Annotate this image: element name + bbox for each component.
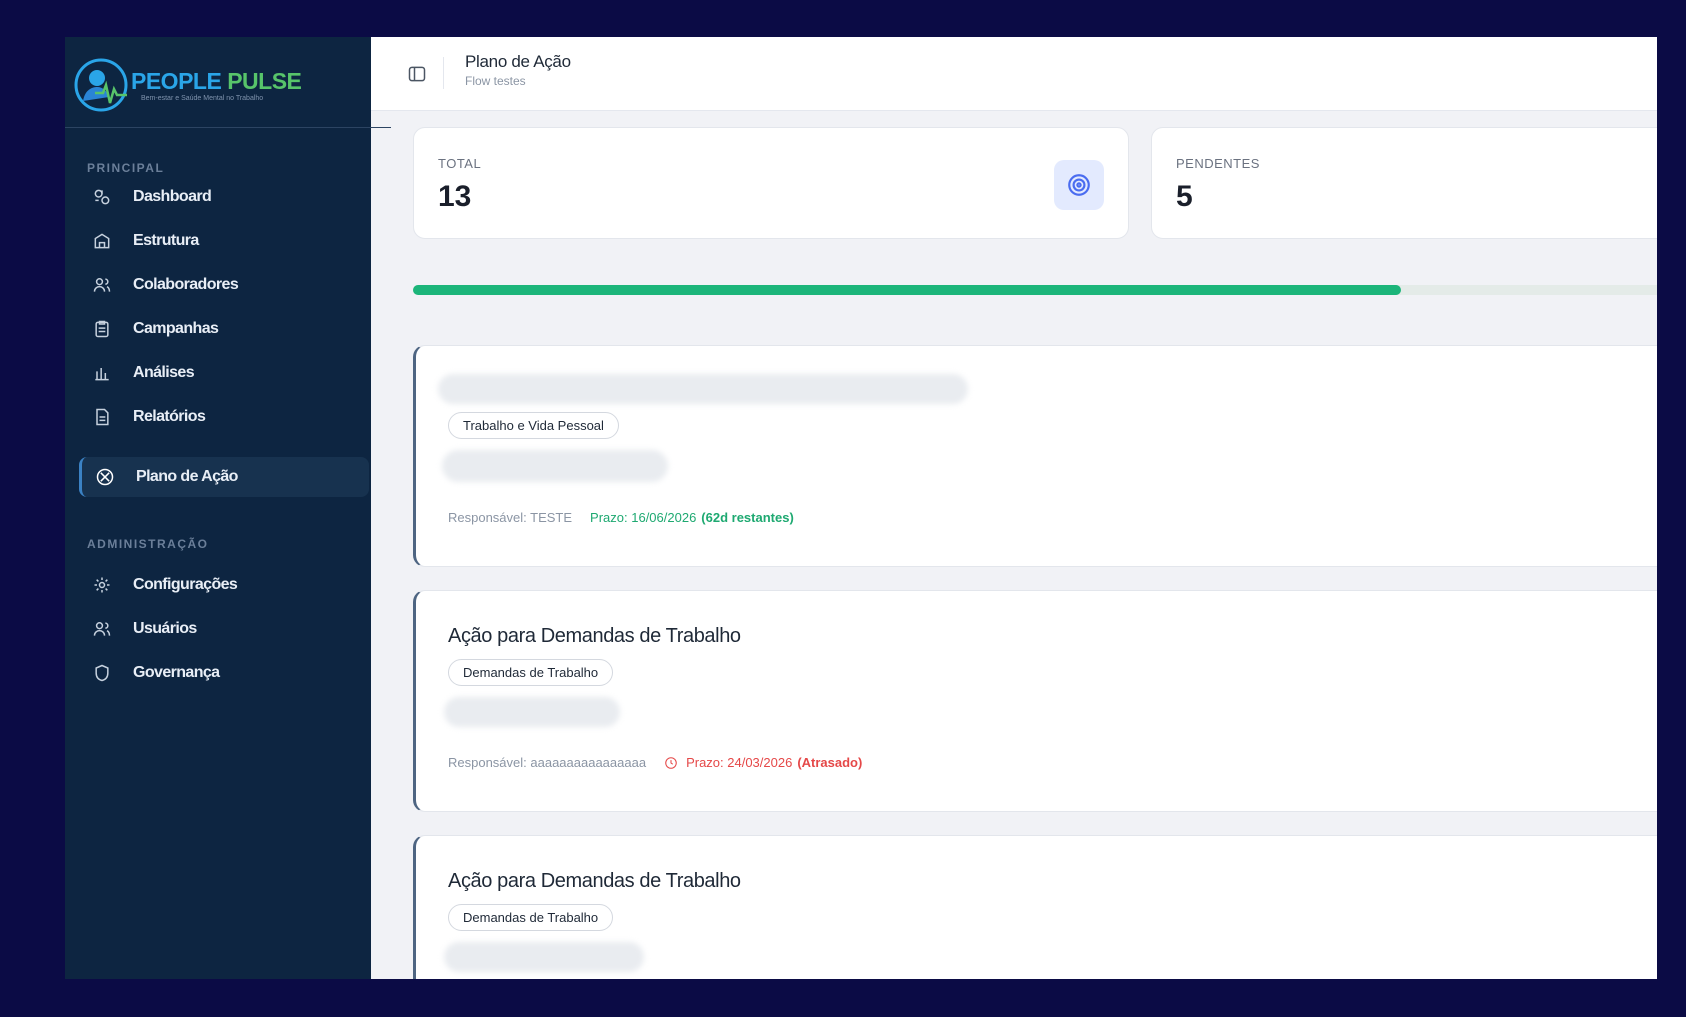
topbar: Plano de Ação Flow testes <box>371 37 1657 111</box>
due-status: (Atrasado) <box>797 755 863 770</box>
blurred-description <box>444 697 620 727</box>
shield-icon <box>91 662 113 684</box>
users-icon <box>91 618 113 640</box>
action-card[interactable]: Ação para Demandas de Trabalho Demandas … <box>413 835 1657 979</box>
sidebar: PEOPLE PULSE Bem-estar e Saúde Mental no… <box>65 37 391 979</box>
sidebar-item-label: Relatórios <box>133 408 206 425</box>
stat-value: 13 <box>438 180 472 213</box>
brand-logo[interactable]: PEOPLE PULSE Bem-estar e Saúde Mental no… <box>73 57 302 113</box>
category-tag: Trabalho e Vida Pessoal <box>448 412 619 439</box>
sidebar-item-label: Configurações <box>133 576 238 593</box>
sidebar-item-label: Análises <box>133 364 195 381</box>
sidebar-item-label: Usuários <box>133 620 197 637</box>
action-meta: Responsável: TESTE Prazo: 16/06/2026 (62… <box>448 510 794 525</box>
sidebar-divider <box>65 127 391 128</box>
sidebar-item-label: Plano de Ação <box>136 468 238 485</box>
responsible-text: Responsável: TESTE <box>448 510 573 525</box>
sidebar-item-label: Dashboard <box>133 188 212 205</box>
page-title: Plano de Ação <box>465 52 571 71</box>
section-label-principal: PRINCIPAL <box>87 161 165 175</box>
blurred-title <box>438 374 968 404</box>
page-subtitle: Flow testes <box>465 74 526 88</box>
sidebar-item-governanca[interactable]: Governança <box>79 653 369 693</box>
due-date: Prazo: 16/06/2026 <box>590 510 697 525</box>
sidebar-item-label: Governança <box>133 664 220 681</box>
progress-bar <box>413 285 1657 295</box>
sidebar-item-relatorios[interactable]: Relatórios <box>79 397 369 437</box>
responsible-text: Responsável: aaaaaaaaaaaaaaaa <box>448 755 647 770</box>
stat-card-total: TOTAL 13 <box>413 127 1129 239</box>
stat-label: PENDENTES <box>1176 156 1260 171</box>
sidebar-item-campanhas[interactable]: Campanhas <box>79 309 369 349</box>
target-icon <box>94 466 116 488</box>
bar-chart-icon <box>91 362 113 384</box>
app-window: PEOPLE PULSE Bem-estar e Saúde Mental no… <box>65 37 1657 979</box>
sidebar-item-colaboradores[interactable]: Colaboradores <box>79 265 369 305</box>
sidebar-item-analises[interactable]: Análises <box>79 353 369 393</box>
category-tag: Demandas de Trabalho <box>448 659 614 686</box>
action-title: Ação para Demandas de Trabalho <box>448 625 741 647</box>
users-icon <box>91 274 113 296</box>
brand-name-part1: PEOPLE <box>131 67 222 94</box>
dashboard-icon <box>91 186 113 208</box>
sidebar-item-usuarios[interactable]: Usuários <box>79 609 369 649</box>
sidebar-item-label: Campanhas <box>133 320 219 337</box>
blurred-description <box>442 450 668 482</box>
stat-label: TOTAL <box>438 156 482 171</box>
stat-value: 5 <box>1176 180 1193 213</box>
action-card[interactable]: Trabalho e Vida Pessoal Responsável: TES… <box>413 345 1657 567</box>
brand-name-part2: PULSE <box>227 67 302 94</box>
due-status: (62d restantes) <box>701 510 794 525</box>
stat-card-pending: PENDENTES 5 <box>1151 127 1657 239</box>
progress-fill <box>413 285 1401 295</box>
topbar-divider <box>443 57 444 89</box>
category-tag: Demandas de Trabalho <box>448 904 614 931</box>
structure-icon <box>91 230 113 252</box>
clock-icon <box>664 756 678 770</box>
sidebar-item-configuracoes[interactable]: Configurações <box>79 565 369 605</box>
blurred-description <box>444 942 644 972</box>
sidebar-toggle-icon[interactable] <box>407 64 427 84</box>
due-date: Prazo: 24/03/2026 <box>686 755 793 770</box>
sidebar-item-plano-de-acao[interactable]: Plano de Ação <box>79 457 369 497</box>
sidebar-item-label: Colaboradores <box>133 276 239 293</box>
target-icon <box>1054 160 1104 210</box>
main-content: Plano de Ação Flow testes TOTAL 13 PENDE… <box>371 37 1657 979</box>
action-title: Ação para Demandas de Trabalho <box>448 870 741 892</box>
section-label-administracao: ADMINISTRAÇÃO <box>87 537 209 551</box>
brand-logo-icon <box>74 58 128 112</box>
sidebar-item-dashboard[interactable]: Dashboard <box>79 177 369 217</box>
document-icon <box>91 406 113 428</box>
sidebar-item-estrutura[interactable]: Estrutura <box>79 221 369 261</box>
sidebar-item-label: Estrutura <box>133 232 199 249</box>
gear-icon <box>91 574 113 596</box>
action-meta: Responsável: aaaaaaaaaaaaaaaa Prazo: 24/… <box>448 755 862 770</box>
brand-tagline: Bem-estar e Saúde Mental no Trabalho <box>141 94 264 102</box>
clipboard-icon <box>91 318 113 340</box>
action-card[interactable]: Ação para Demandas de Trabalho Demandas … <box>413 590 1657 812</box>
